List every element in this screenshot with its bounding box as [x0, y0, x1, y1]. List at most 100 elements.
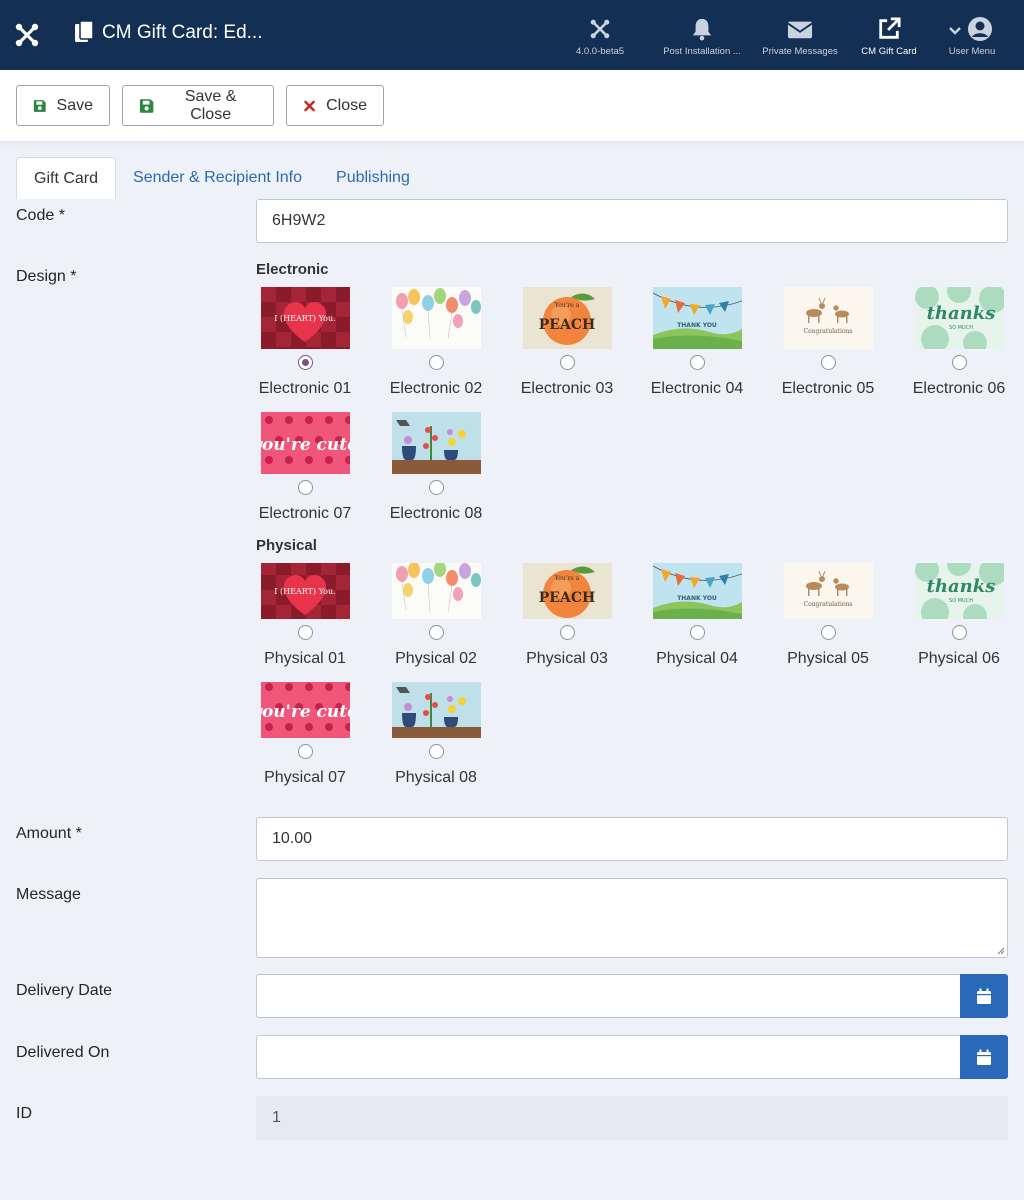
physical-design-thumbnail[interactable]: THANK YOU: [652, 563, 742, 619]
close-icon: [304, 100, 315, 111]
electronic-design-radio[interactable]: [428, 480, 444, 495]
page-title: CM Gift Card: Ed...: [102, 22, 263, 43]
physical-design-thumbnail[interactable]: I (HEART) You.: [260, 563, 350, 619]
electronic-design-option[interactable]: thanks SO MUCH Electronic 06: [904, 287, 1014, 398]
amount-label: Amount *: [16, 825, 82, 842]
message-label: Message: [16, 886, 81, 903]
physical-design-option[interactable]: thanks SO MUCH Physical 06: [904, 563, 1014, 668]
user-circle-icon: [949, 17, 992, 41]
close-button[interactable]: Close: [286, 85, 384, 126]
electronic-design-option[interactable]: Congratulations Electronic 05: [773, 287, 883, 398]
electronic-design-radio[interactable]: [689, 355, 705, 370]
electronic-design-radio[interactable]: [297, 355, 313, 370]
physical-design-thumbnail[interactable]: Congratulations: [783, 563, 873, 619]
electronic-design-thumbnail[interactable]: [391, 287, 481, 349]
electronic-design-label: Electronic 06: [912, 380, 1006, 397]
electronic-design-thumbnail[interactable]: Congratulations: [783, 287, 873, 349]
electronic-design-label: Electronic 08: [389, 505, 483, 522]
header-private-messages[interactable]: Private Messages: [750, 16, 850, 57]
physical-design-radio[interactable]: [297, 625, 313, 640]
code-input[interactable]: 6H9W2: [256, 199, 1008, 243]
id-label: ID: [16, 1105, 32, 1122]
id-input-value: 1: [272, 1109, 281, 1126]
delivered-on-input[interactable]: [256, 1035, 962, 1079]
physical-group-title: Physical: [256, 537, 317, 554]
header-user-menu[interactable]: User Menu: [922, 16, 1022, 57]
electronic-design-option[interactable]: Electronic 02: [381, 287, 491, 398]
physical-design-radio[interactable]: [297, 744, 313, 759]
physical-design-thumbnail[interactable]: You're a PEACH: [522, 563, 612, 619]
physical-design-radio[interactable]: [820, 625, 836, 640]
header-user-menu-label: User Menu: [948, 46, 996, 57]
header-post-installation[interactable]: Post Installation ...: [652, 16, 752, 57]
electronic-design-thumbnail[interactable]: I (HEART) You.: [260, 287, 350, 349]
physical-design-radio[interactable]: [689, 625, 705, 640]
message-textarea[interactable]: [256, 878, 1008, 958]
electronic-design-option[interactable]: THANK YOU Electronic 04: [642, 287, 752, 398]
physical-design-thumbnail[interactable]: thanks SO MUCH: [914, 563, 1004, 619]
close-button-label: Close: [326, 96, 367, 114]
save-and-close-button[interactable]: Save & Close: [122, 85, 274, 126]
electronic-design-option[interactable]: Electronic 08: [381, 412, 491, 523]
electronic-design-thumbnail[interactable]: you're cute: [260, 412, 350, 474]
card-art-text: PEACH: [538, 317, 594, 333]
card-art-text: I (HEART) You.: [274, 587, 335, 596]
electronic-design-radio[interactable]: [559, 355, 575, 370]
tab-bar: Gift Card Sender & Recipient Info Publis…: [16, 157, 427, 199]
physical-design-label: Physical 02: [395, 650, 477, 667]
copy-document-icon: [75, 20, 94, 42]
physical-design-option[interactable]: you're cute Physical 07: [250, 682, 360, 787]
card-art-text: SO MUCH: [949, 325, 973, 331]
physical-design-option[interactable]: Physical 02: [381, 563, 491, 668]
resize-handle-icon[interactable]: [997, 947, 1005, 955]
physical-design-option[interactable]: I (HEART) You. Physical 01: [250, 563, 360, 668]
tab-sender-recipient-info[interactable]: Sender & Recipient Info: [116, 157, 319, 199]
physical-design-label: Physical 03: [526, 650, 608, 667]
electronic-design-thumbnail[interactable]: [391, 412, 481, 474]
delivered-on-calendar-button[interactable]: [960, 1035, 1008, 1079]
electronic-design-option[interactable]: you're cute Electronic 07: [250, 412, 360, 523]
physical-design-option[interactable]: Congratulations Physical 05: [773, 563, 883, 668]
electronic-design-radio[interactable]: [297, 480, 313, 495]
physical-design-radio[interactable]: [428, 625, 444, 640]
electronic-design-thumbnail[interactable]: You're a PEACH: [522, 287, 612, 349]
electronic-design-radio[interactable]: [951, 355, 967, 370]
electronic-design-option[interactable]: I (HEART) You. Electronic 01: [250, 287, 360, 398]
delivery-date-input[interactable]: [256, 974, 962, 1018]
amount-input-value: 10.00: [272, 830, 313, 847]
header-version[interactable]: 4.0.0-beta5: [550, 16, 650, 57]
physical-design-option[interactable]: Physical 08: [381, 682, 491, 787]
tab-gift-card[interactable]: Gift Card: [16, 157, 117, 199]
code-input-value: 6H9W2: [272, 212, 326, 229]
physical-design-label: Physical 01: [264, 650, 346, 667]
save-button[interactable]: Save: [16, 85, 110, 126]
card-art-text: you're cute: [261, 435, 350, 455]
joomla-logo-icon[interactable]: [14, 22, 40, 48]
physical-design-thumbnail[interactable]: [391, 682, 481, 738]
header-post-installation-label: Post Installation ...: [663, 46, 741, 57]
delivery-date-calendar-button[interactable]: [960, 974, 1008, 1018]
electronic-design-option[interactable]: You're a PEACH Electronic 03: [512, 287, 622, 398]
physical-design-thumbnail[interactable]: [391, 563, 481, 619]
card-art-text: you're cute: [261, 702, 350, 722]
calendar-icon: [977, 988, 991, 1004]
card-art-text: PEACH: [538, 590, 594, 606]
electronic-group-title: Electronic: [256, 261, 329, 278]
physical-design-label: Physical 05: [787, 650, 869, 667]
electronic-design-radio[interactable]: [428, 355, 444, 370]
tab-publishing[interactable]: Publishing: [319, 157, 427, 199]
physical-design-option[interactable]: THANK YOU Physical 04: [642, 563, 752, 668]
physical-design-radio[interactable]: [559, 625, 575, 640]
electronic-design-thumbnail[interactable]: THANK YOU: [652, 287, 742, 349]
electronic-design-label: Electronic 04: [650, 380, 744, 397]
electronic-design-radio[interactable]: [820, 355, 836, 370]
delivered-on-label: Delivered On: [16, 1044, 110, 1061]
physical-design-thumbnail[interactable]: you're cute: [260, 682, 350, 738]
amount-input[interactable]: 10.00: [256, 817, 1008, 861]
electronic-design-thumbnail[interactable]: thanks SO MUCH: [914, 287, 1004, 349]
physical-design-label: Physical 07: [264, 769, 346, 786]
physical-design-radio[interactable]: [951, 625, 967, 640]
physical-design-radio[interactable]: [428, 744, 444, 759]
physical-design-option[interactable]: You're a PEACH Physical 03: [512, 563, 622, 668]
card-art-text: I (HEART) You.: [274, 314, 335, 323]
